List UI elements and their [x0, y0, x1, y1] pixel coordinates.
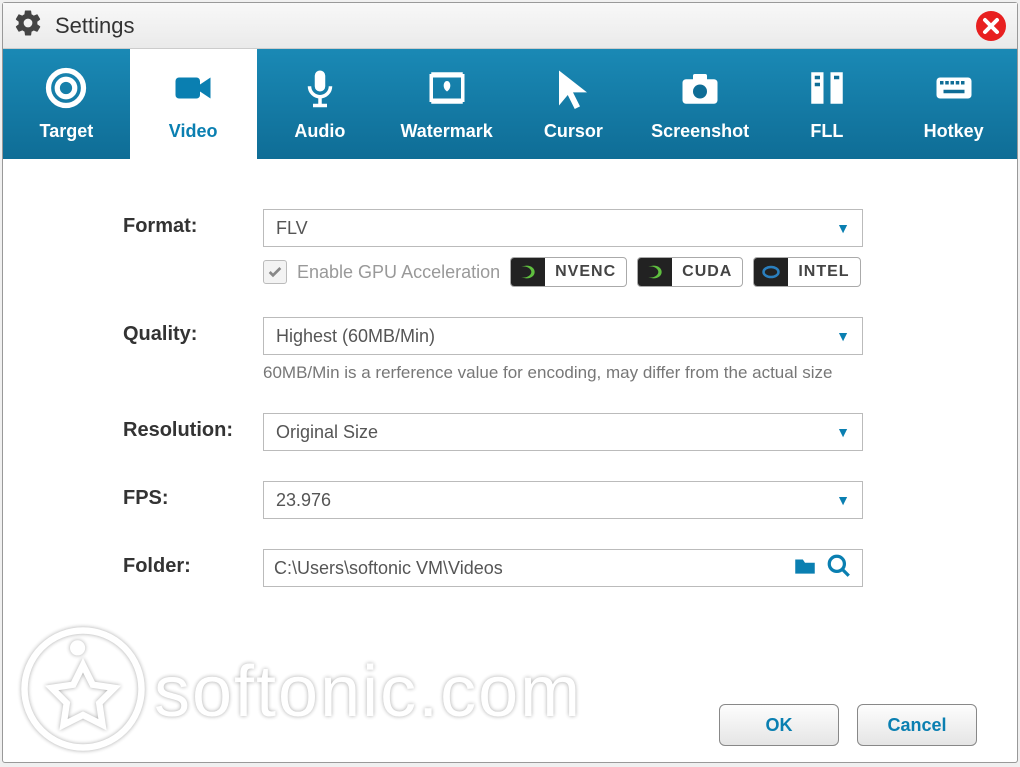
cuda-badge: CUDA [637, 257, 743, 287]
close-button[interactable] [975, 10, 1007, 42]
window-title: Settings [55, 13, 135, 39]
tab-cursor[interactable]: Cursor [510, 49, 637, 159]
tab-video[interactable]: Video [130, 49, 257, 159]
chevron-down-icon: ▼ [836, 328, 850, 344]
tab-label: Video [169, 121, 218, 142]
tab-label: FLL [810, 121, 843, 142]
resolution-dropdown[interactable]: Original Size ▼ [263, 413, 863, 451]
resolution-value: Original Size [276, 422, 836, 443]
tab-screenshot[interactable]: Screenshot [637, 49, 764, 159]
settings-window: Settings Target Video Audio Watermark Cu… [2, 2, 1018, 763]
tab-bar: Target Video Audio Watermark Cursor Scre… [3, 49, 1017, 159]
intel-badge: INTEL [753, 257, 860, 287]
ok-button[interactable]: OK [719, 704, 839, 746]
nvenc-badge: NVENC [510, 257, 627, 287]
folder-value: C:\Users\softonic VM\Videos [274, 558, 784, 579]
format-value: FLV [276, 218, 836, 239]
gpu-checkbox[interactable] [263, 260, 287, 284]
format-label: Format: [123, 209, 263, 238]
tab-label: Cursor [544, 121, 603, 142]
chevron-down-icon: ▼ [836, 424, 850, 440]
folder-label: Folder: [123, 549, 263, 578]
tab-audio[interactable]: Audio [257, 49, 384, 159]
quality-dropdown[interactable]: Highest (60MB/Min) ▼ [263, 317, 863, 355]
resolution-label: Resolution: [123, 413, 263, 442]
open-folder-button[interactable] [826, 553, 852, 584]
format-dropdown[interactable]: FLV ▼ [263, 209, 863, 247]
fps-dropdown[interactable]: 23.976 ▼ [263, 481, 863, 519]
folder-input[interactable]: C:\Users\softonic VM\Videos [263, 549, 863, 587]
browse-folder-button[interactable] [792, 553, 818, 584]
tab-hotkey[interactable]: Hotkey [890, 49, 1017, 159]
chevron-down-icon: ▼ [836, 492, 850, 508]
quality-label: Quality: [123, 317, 263, 346]
cancel-button[interactable]: Cancel [857, 704, 977, 746]
chevron-down-icon: ▼ [836, 220, 850, 236]
gear-icon [13, 8, 43, 43]
tab-label: Watermark [400, 121, 492, 142]
title-bar: Settings [3, 3, 1017, 49]
tab-label: Hotkey [924, 121, 984, 142]
tab-label: Target [40, 121, 94, 142]
footer: OK Cancel [3, 688, 1017, 762]
quality-hint: 60MB/Min is a rerference value for encod… [263, 363, 863, 383]
gpu-label: Enable GPU Acceleration [297, 262, 500, 283]
content-panel: Format: FLV ▼ Enable GPU Acceleration NV… [3, 159, 1017, 688]
tab-target[interactable]: Target [3, 49, 130, 159]
fps-label: FPS: [123, 481, 263, 510]
quality-value: Highest (60MB/Min) [276, 326, 836, 347]
fps-value: 23.976 [276, 490, 836, 511]
tab-watermark[interactable]: Watermark [383, 49, 510, 159]
tab-label: Screenshot [651, 121, 749, 142]
tab-label: Audio [294, 121, 345, 142]
tab-fll[interactable]: FLL [764, 49, 891, 159]
